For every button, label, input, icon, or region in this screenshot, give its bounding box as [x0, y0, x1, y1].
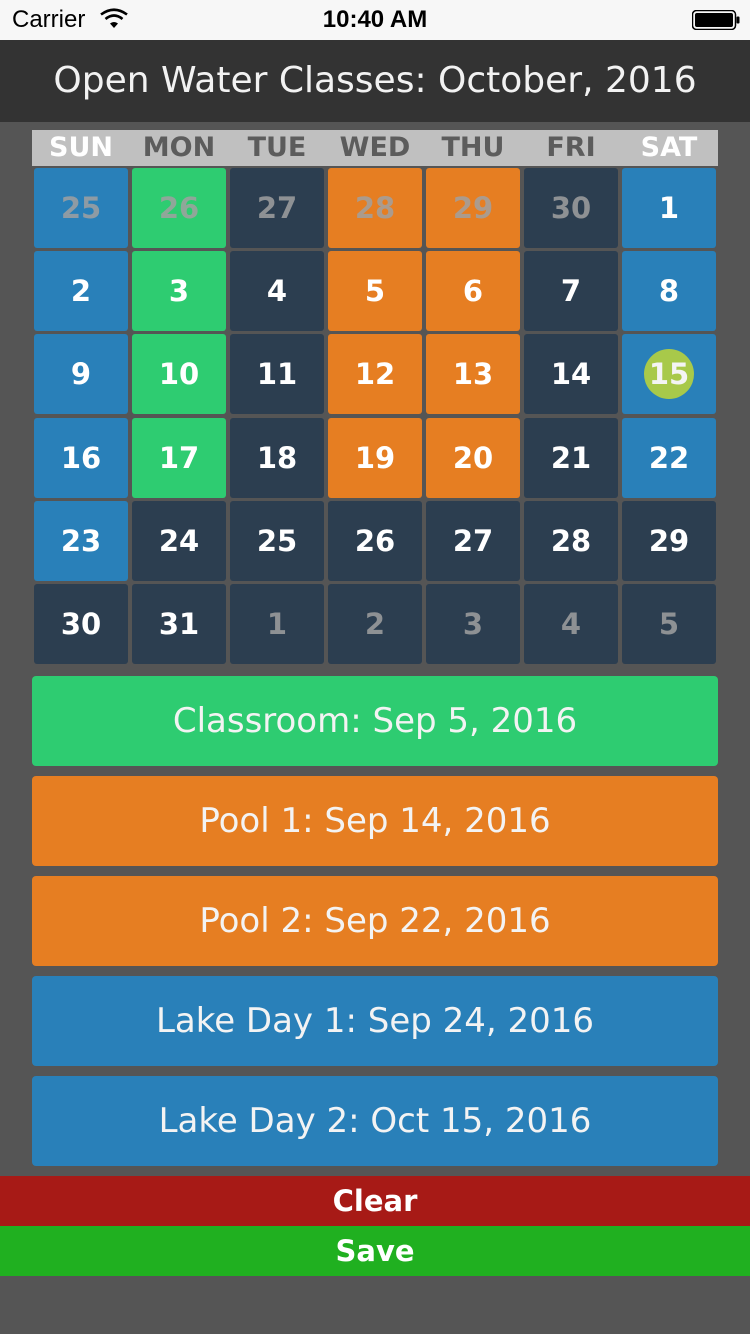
calendar-day[interactable]: 27 [230, 168, 324, 248]
calendar-day[interactable]: 4 [230, 251, 324, 332]
calendar-day[interactable]: 2 [34, 251, 128, 332]
calendar-day[interactable]: 12 [328, 334, 422, 415]
weekday-fri: FRI [546, 132, 596, 163]
weekday-thu: THU [441, 132, 505, 163]
calendar-day[interactable]: 25 [230, 500, 324, 581]
calendar-day[interactable]: 24 [132, 500, 226, 581]
calendar-day[interactable]: 1 [230, 584, 324, 664]
weekday-header: SUN MON TUE WED THU FRI SAT [32, 130, 718, 166]
calendar-day[interactable]: 13 [426, 334, 520, 415]
class-date-button[interactable]: Lake Day 2: Oct 15, 2016 [32, 1076, 718, 1166]
calendar-day[interactable]: 8 [622, 251, 716, 332]
class-date-button[interactable]: Pool 1: Sep 14, 2016 [32, 776, 718, 866]
status-time: 10:40 AM [322, 6, 428, 33]
calendar-day[interactable]: 25 [34, 168, 128, 248]
calendar-day[interactable]: 17 [132, 417, 226, 498]
weekday-tue: TUE [247, 132, 307, 163]
page-title: Open Water Classes: October, 2016 [0, 40, 750, 122]
calendar-day[interactable]: 30 [524, 168, 618, 248]
weekday-wed: WED [339, 132, 411, 163]
calendar-day[interactable]: 11 [230, 334, 324, 415]
calendar-day[interactable]: 18 [230, 417, 324, 498]
calendar-day[interactable]: 31 [132, 584, 226, 664]
calendar-day[interactable]: 4 [524, 584, 618, 664]
calendar-day[interactable]: 23 [34, 500, 128, 581]
calendar-day[interactable]: 26 [132, 168, 226, 248]
calendar-day[interactable]: 9 [34, 334, 128, 415]
calendar-day[interactable]: 26 [328, 500, 422, 581]
calendar-day[interactable]: 1 [622, 168, 716, 248]
weekday-mon: MON [142, 132, 216, 163]
calendar-day[interactable]: 20 [426, 417, 520, 498]
weekday-sun: SUN [49, 132, 113, 163]
class-date-button[interactable]: Classroom: Sep 5, 2016 [32, 676, 718, 766]
class-date-button[interactable]: Lake Day 1: Sep 24, 2016 [32, 976, 718, 1066]
calendar-day[interactable]: 16 [34, 417, 128, 498]
calendar-day[interactable]: 27 [426, 500, 520, 581]
class-date-button[interactable]: Pool 2: Sep 22, 2016 [32, 876, 718, 966]
calendar-day[interactable]: 28 [328, 168, 422, 248]
calendar-day[interactable]: 3 [132, 251, 226, 332]
calendar-day[interactable]: 5 [328, 251, 422, 332]
calendar-day[interactable]: 5 [622, 584, 716, 664]
battery-icon [692, 10, 740, 30]
calendar-day[interactable]: 30 [34, 584, 128, 664]
calendar-day[interactable]: 14 [524, 334, 618, 415]
weekday-sat: SAT [640, 132, 698, 163]
calendar-day[interactable]: 3 [426, 584, 520, 664]
calendar-day[interactable]: 6 [426, 251, 520, 332]
calendar-day[interactable]: 22 [622, 417, 716, 498]
calendar-day[interactable]: 15 [622, 334, 716, 415]
calendar-day[interactable]: 19 [328, 417, 422, 498]
today-marker: 15 [644, 349, 694, 400]
calendar-day[interactable]: 29 [426, 168, 520, 248]
calendar-day[interactable]: 28 [524, 500, 618, 581]
calendar-day[interactable]: 10 [132, 334, 226, 415]
save-button[interactable]: Save [0, 1226, 750, 1276]
calendar-day[interactable]: 7 [524, 251, 618, 332]
calendar-day[interactable]: 21 [524, 417, 618, 498]
clear-button[interactable]: Clear [0, 1176, 750, 1226]
calendar-day[interactable]: 2 [328, 584, 422, 664]
status-bar: Carrier 10:40 AM [0, 0, 750, 40]
calendar-day[interactable]: 29 [622, 500, 716, 581]
